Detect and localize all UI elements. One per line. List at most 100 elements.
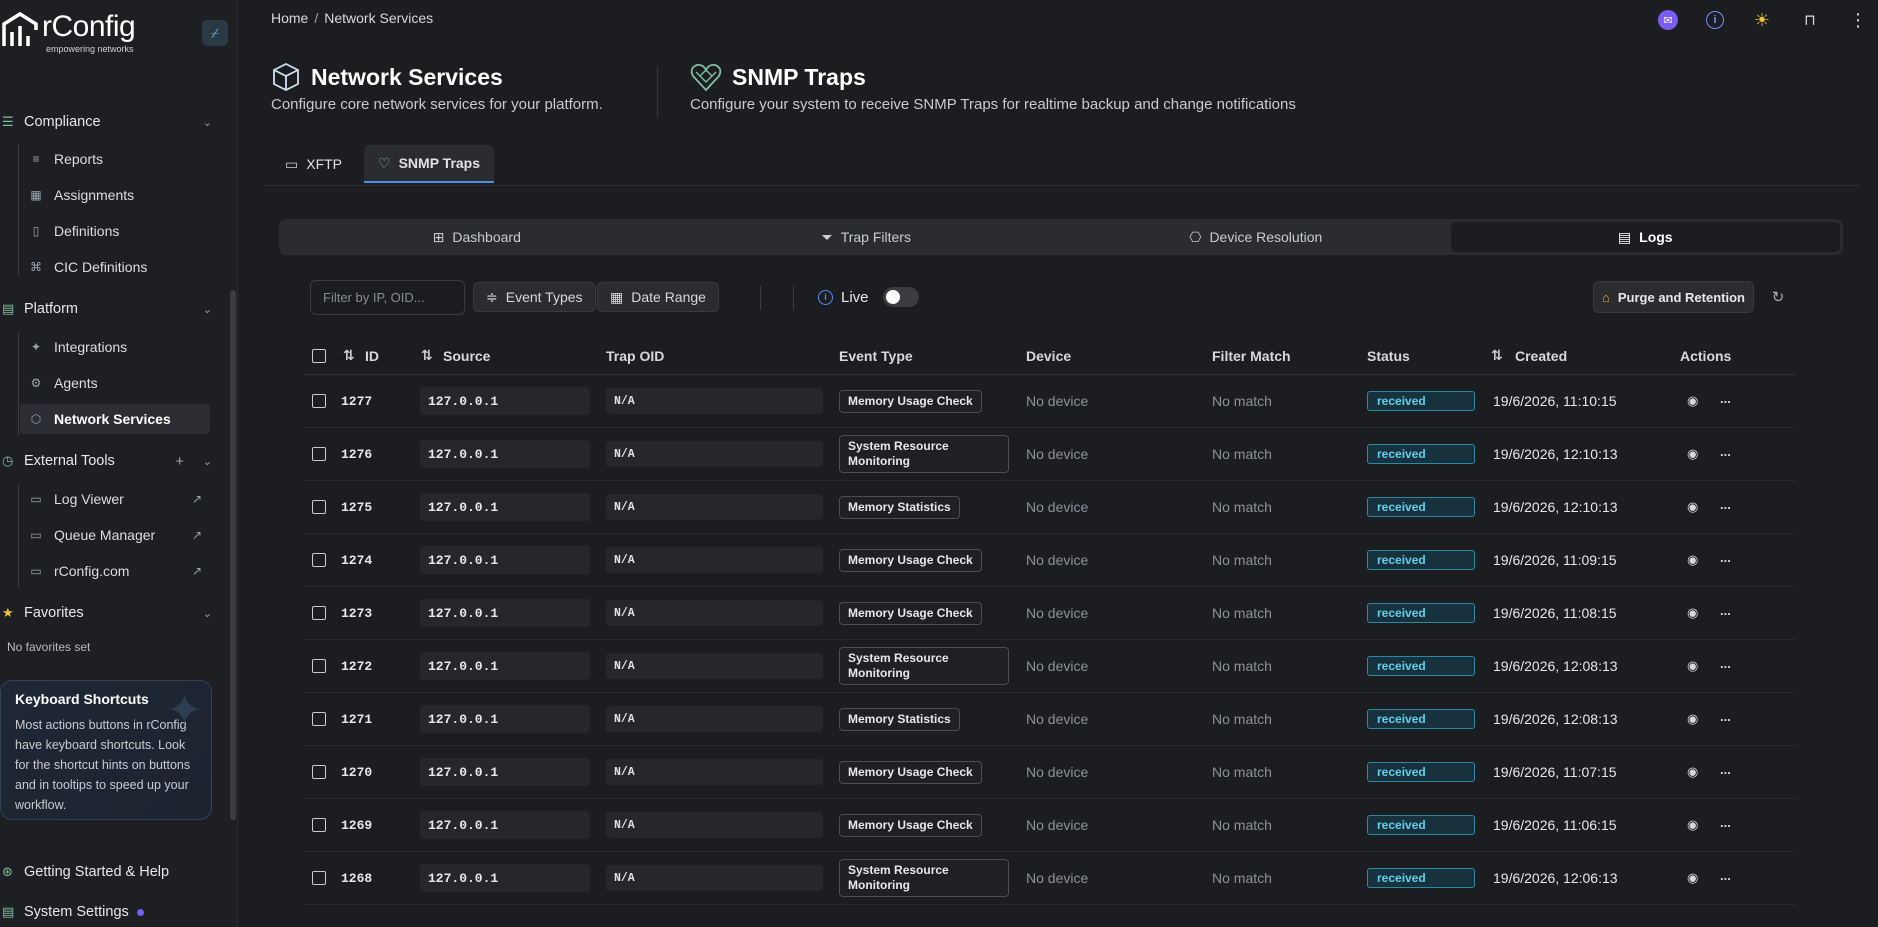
sidebar-scrollbar[interactable] [230,290,236,820]
table-row[interactable]: 1277 127.0.0.1 N/A Memory Usage Check No dev… [303,375,1795,428]
sidebar-item-rconfig-com[interactable]: ▭ rConfig.com ↗ [20,556,210,586]
table-row[interactable]: 1273 127.0.0.1 N/A Memory Usage Check No dev… [303,587,1795,640]
view-eye-icon[interactable]: ◉ [1687,870,1698,886]
column-source[interactable]: Source [443,348,490,364]
row-created: 19/6/2026, 12:06:13 [1493,870,1618,886]
info-icon[interactable]: i [818,289,833,305]
row-checkbox[interactable] [312,500,326,514]
sidebar-item-queue-manager[interactable]: ▭ Queue Manager ↗ [20,520,210,550]
table-row[interactable]: 1272 127.0.0.1 N/A System Resource Monitori… [303,640,1795,693]
getting-started-link[interactable]: ⊛ Getting Started & Help [0,860,169,884]
integrations-icon: ✦ [30,340,42,354]
view-eye-icon[interactable]: ◉ [1687,499,1698,515]
purge-retention-button[interactable]: ⌂ Purge and Retention [1593,281,1754,313]
sort-desc-icon[interactable]: ⇅ [343,347,355,364]
row-checkbox[interactable] [312,659,326,673]
status-badge: received [1367,815,1475,835]
column-id[interactable]: ID [365,348,379,364]
more-actions-icon[interactable]: ... [1720,815,1731,830]
subtab-trap-filters[interactable]: ⏷ Trap Filters [672,222,1062,252]
event-types-button[interactable]: ≑ Event Types [473,282,596,312]
sidebar-item-network-services[interactable]: ⬡ Network Services [20,404,210,434]
snmp-traps-header: SNMP Traps Configure your system to rece… [690,62,1296,114]
sun-icon[interactable]: ☀ [1752,10,1772,30]
refresh-icon[interactable]: ↻ [1768,287,1788,307]
sidebar-item-definitions[interactable]: ▯ Definitions [20,216,210,246]
row-checkbox[interactable] [312,765,326,779]
more-actions-icon[interactable]: ... [1720,762,1731,777]
sidebar-section-compliance[interactable]: ☰ Compliance ⌄ [0,109,230,135]
filter-input[interactable] [310,280,465,315]
system-settings-link[interactable]: ▤ System Settings [0,900,144,924]
more-actions-icon[interactable]: ... [1720,868,1731,883]
announcement-icon[interactable]: ✉ [1658,10,1678,30]
table-row[interactable]: 1275 127.0.0.1 N/A Memory Statistics No devi… [303,481,1795,534]
brand-tagline: empowering networks [46,44,134,54]
table-row[interactable]: 1269 127.0.0.1 N/A Memory Usage Check No dev… [303,799,1795,852]
table-row[interactable]: 1274 127.0.0.1 N/A Memory Usage Check No dev… [303,534,1795,587]
inbox-icon[interactable]: ⊓ [1800,10,1820,30]
row-trap-oid: N/A [606,706,823,732]
view-eye-icon[interactable]: ◉ [1687,764,1698,780]
view-eye-icon[interactable]: ◉ [1687,393,1698,409]
row-checkbox[interactable] [312,606,326,620]
sidebar-section-external-tools[interactable]: ◷ External Tools + ⌄ [0,448,230,474]
more-actions-icon[interactable]: ... [1720,497,1731,512]
table-row[interactable]: 1271 127.0.0.1 N/A Memory Statistics No devi… [303,693,1795,746]
more-actions-icon[interactable]: ... [1720,550,1731,565]
more-actions-icon[interactable]: ... [1720,391,1731,406]
sidebar-item-agents[interactable]: ⚙ Agents [20,368,210,398]
more-actions-icon[interactable]: ... [1720,444,1731,459]
table-row[interactable]: 1268 127.0.0.1 N/A System Resource Monitori… [303,852,1795,905]
row-checkbox[interactable] [312,394,326,408]
live-toggle[interactable] [882,287,919,307]
view-eye-icon[interactable]: ◉ [1687,552,1698,568]
row-device: No device [1026,711,1089,727]
sidebar-item-label: Log Viewer [54,491,124,507]
select-all-checkbox[interactable] [312,348,326,363]
row-checkbox[interactable] [312,818,326,832]
view-eye-icon[interactable]: ◉ [1687,817,1698,833]
info-icon[interactable]: i [1706,11,1724,29]
more-actions-icon[interactable]: ... [1720,603,1731,618]
sidebar-item-log-viewer[interactable]: ▭ Log Viewer ↗ [20,484,210,514]
view-eye-icon[interactable]: ◉ [1687,711,1698,727]
unpin-sidebar-icon[interactable]: ⌿ [202,20,228,46]
more-actions-icon[interactable]: ... [1720,656,1731,671]
column-device: Device [1026,347,1072,364]
live-toggle-group: i Live [818,287,919,307]
sidebar-item-assignments[interactable]: ▦ Assignments [20,180,210,210]
sort-icon[interactable]: ⇅ [421,347,433,364]
subtab-logs[interactable]: ▤ Logs [1450,222,1840,252]
table-row[interactable]: 1276 127.0.0.1 N/A System Resource Monitori… [303,428,1795,481]
view-eye-icon[interactable]: ◉ [1687,658,1698,674]
sidebar-item-integrations[interactable]: ✦ Integrations [20,332,210,362]
subtab-device-resolution[interactable]: ⎔ Device Resolution [1061,222,1451,252]
view-eye-icon[interactable]: ◉ [1687,446,1698,462]
row-checkbox[interactable] [312,553,326,567]
row-source: 127.0.0.1 [420,493,590,521]
view-eye-icon[interactable]: ◉ [1687,605,1698,621]
more-actions-icon[interactable]: ... [1720,709,1731,724]
row-checkbox[interactable] [312,447,326,461]
more-vertical-icon[interactable]: ⋮ [1848,10,1868,30]
sidebar-section-favorites[interactable]: ★ Favorites ⌄ [0,600,230,626]
row-event-type: Memory Usage Check [839,548,982,572]
subtab-dashboard[interactable]: ⊞ Dashboard [282,222,672,252]
sidebar-item-reports[interactable]: ≡ Reports [20,144,210,174]
table-row[interactable]: 1270 127.0.0.1 N/A Memory Usage Check No dev… [303,746,1795,799]
column-created[interactable]: Created [1515,348,1567,364]
brand-logo[interactable]: rConfig empowering networks [0,4,200,56]
plus-icon[interactable]: + [175,453,184,470]
row-checkbox[interactable] [312,712,326,726]
breadcrumb-home[interactable]: Home [271,10,308,26]
status-badge: received [1367,391,1475,411]
row-checkbox[interactable] [312,871,326,885]
definitions-icon: ▯ [32,224,40,238]
sidebar-section-platform[interactable]: ▤ Platform ⌄ [0,296,230,322]
tab-snmp-traps[interactable]: ♡ SNMP Traps [364,145,495,183]
sidebar-item-cic-definitions[interactable]: ⌘ CIC Definitions [20,252,210,282]
date-range-button[interactable]: ▦ Date Range [597,282,719,312]
sort-icon[interactable]: ⇅ [1491,347,1503,364]
tab-xftp[interactable]: ▭ XFTP [271,145,356,183]
